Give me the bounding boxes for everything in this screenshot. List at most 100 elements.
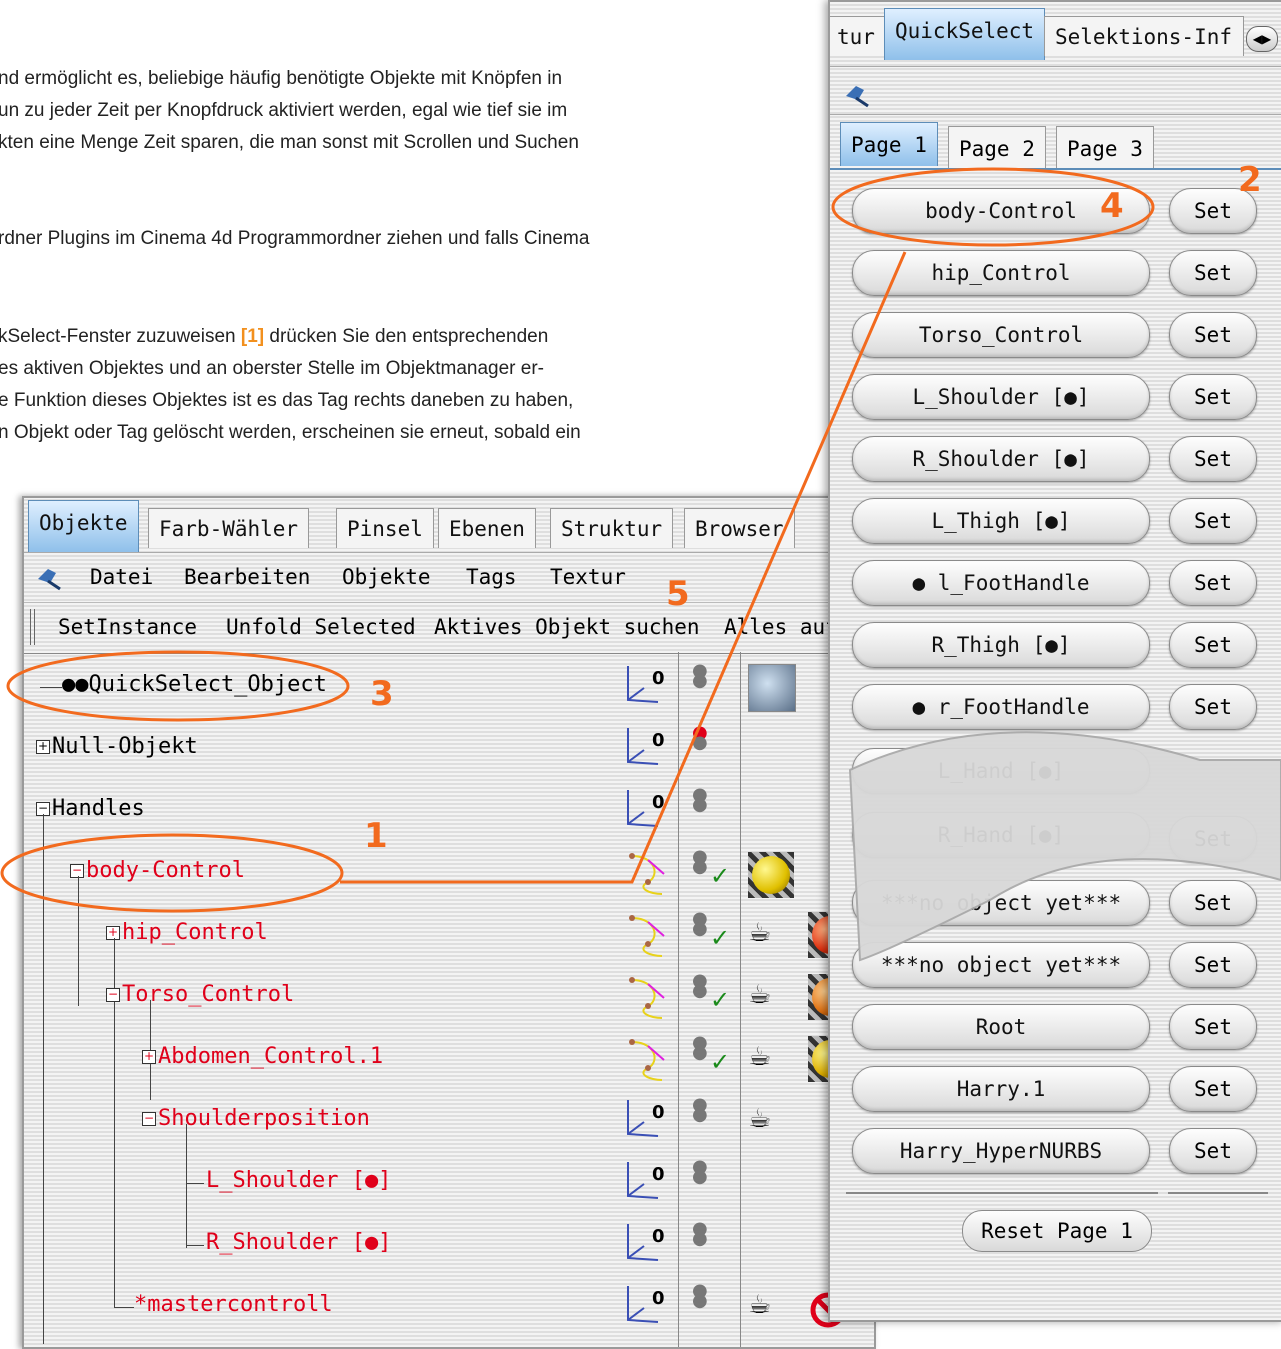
tree-item-shoulderposition[interactable]: Shoulderposition [158, 1106, 370, 1131]
set-button[interactable]: Set [1169, 560, 1257, 606]
tab-page-3[interactable]: Page 3 [1056, 126, 1154, 170]
tree-item-handles[interactable]: Handles [52, 796, 145, 821]
quickselect-tag-icon[interactable] [748, 664, 796, 712]
tab-quickselect[interactable]: QuickSelect [884, 8, 1046, 60]
set-button[interactable]: Set [1169, 1004, 1257, 1050]
tree-item-l-shoulder[interactable]: L_Shoulder [●] [206, 1168, 391, 1193]
set-button[interactable]: Set [1169, 684, 1257, 730]
qs-button-root[interactable]: Root [852, 1004, 1150, 1050]
expand-icon[interactable]: + [142, 1050, 156, 1064]
set-button[interactable]: Set [1169, 374, 1257, 420]
tree-item-mastercontroll[interactable]: *mastercontroll [134, 1292, 333, 1317]
tree-row[interactable]: + hip_Control [24, 904, 874, 966]
checkmark-icon[interactable]: ✓ [710, 1048, 730, 1076]
visibility-dots-icon[interactable]: ● ● [692, 848, 708, 876]
tree-row[interactable]: ●●QuickSelect_Object [24, 656, 874, 718]
visibility-dots-icon[interactable]: ● ● [692, 972, 708, 1000]
set-button[interactable]: Set [1169, 436, 1257, 482]
tree-item-hip-control[interactable]: hip_Control [122, 920, 268, 945]
qs-button-l-shoulder[interactable]: L_Shoulder [●] [852, 374, 1150, 420]
button-setinstance[interactable]: SetInstance [58, 615, 197, 639]
tree-item-quickselect-object[interactable]: ●●QuickSelect_Object [62, 672, 327, 697]
tab-ebenen[interactable]: Ebenen [438, 508, 536, 548]
tab-struktur-truncated[interactable]: tur [830, 16, 886, 56]
qs-button-l-thigh[interactable]: L_Thigh [●] [852, 498, 1150, 544]
checkmark-icon[interactable]: ✓ [710, 986, 730, 1014]
tree-row[interactable]: R_Shoulder [●] [24, 1214, 874, 1276]
visibility-dots-icon[interactable]: ● ● [692, 786, 708, 814]
tab-browser[interactable]: Browser [684, 508, 795, 548]
qs-button-l-foothandle[interactable]: ● l_FootHandle [852, 560, 1150, 606]
set-button[interactable]: Set [1169, 1128, 1257, 1174]
visibility-dots-icon[interactable]: ● ● [692, 724, 708, 752]
tree-item-r-shoulder[interactable]: R_Shoulder [●] [206, 1230, 391, 1255]
pin-icon[interactable] [34, 565, 64, 591]
tab-scroll-arrows-icon[interactable]: ◀▶ [1246, 26, 1278, 52]
set-button[interactable]: Set [1169, 312, 1257, 358]
tree-item-torso-control[interactable]: Torso_Control [122, 982, 294, 1007]
button-aktives-objekt-suchen[interactable]: Aktives Objekt suchen [434, 615, 700, 639]
cup-tag-icon[interactable]: ☕ [748, 980, 771, 1010]
button-unfold-selected[interactable]: Unfold Selected [226, 615, 416, 639]
menu-textur[interactable]: Textur [550, 565, 626, 589]
menu-datei[interactable]: Datei [90, 565, 153, 589]
expand-icon[interactable]: + [36, 740, 50, 754]
tab-farb-waehler[interactable]: Farb-Wähler [148, 508, 310, 548]
tree-row[interactable]: + Abdomen_Control.1 [24, 1028, 874, 1090]
tree-item-body-control[interactable]: body-Control [86, 858, 245, 883]
qs-button-empty-slot[interactable]: ***no object yet*** [852, 942, 1150, 988]
qs-button-l-hand[interactable]: L_Hand [●] [852, 748, 1150, 794]
qs-button-hip-control[interactable]: hip_Control [852, 250, 1150, 296]
visibility-dots-icon[interactable]: ● ● [692, 1158, 708, 1186]
tab-pinsel[interactable]: Pinsel [336, 508, 434, 548]
set-button[interactable]: Set [1169, 250, 1257, 296]
set-button[interactable]: Set [1169, 816, 1257, 862]
visibility-dots-icon[interactable]: ● ● [692, 1096, 708, 1124]
tree-row[interactable]: L_Shoulder [●] [24, 1152, 874, 1214]
cup-tag-icon[interactable]: ☕ [748, 1290, 771, 1320]
button-alles-auf[interactable]: Alles auf [724, 615, 838, 639]
tree-item-abdomen-control[interactable]: Abdomen_Control.1 [158, 1044, 383, 1069]
tab-struktur[interactable]: Struktur [550, 508, 674, 548]
reset-page-button[interactable]: Reset Page 1 [962, 1210, 1152, 1252]
cup-tag-icon[interactable]: ☕ [748, 1042, 771, 1072]
visibility-dots-icon[interactable]: ● ● [692, 910, 708, 938]
tab-page-2[interactable]: Page 2 [948, 126, 1046, 170]
tree-row[interactable]: − Shoulderposition [24, 1090, 874, 1152]
expand-icon[interactable]: + [106, 926, 120, 940]
tree-row[interactable]: − Torso_Control [24, 966, 874, 1028]
visibility-dots-icon[interactable]: ● ● [692, 1220, 708, 1248]
menu-bearbeiten[interactable]: Bearbeiten [184, 565, 310, 589]
checkmark-icon[interactable]: ✓ [710, 862, 730, 890]
qs-button-r-shoulder[interactable]: R_Shoulder [●] [852, 436, 1150, 482]
set-button[interactable]: Set [1169, 1066, 1257, 1112]
tree-row[interactable]: *mastercontroll [24, 1276, 874, 1338]
pin-icon[interactable] [842, 82, 872, 108]
set-button[interactable]: Set [1169, 498, 1257, 544]
tree-row[interactable]: + Null-Objekt [24, 718, 874, 780]
tree-item-null-objekt[interactable]: Null-Objekt [52, 734, 198, 759]
set-button[interactable]: Set [1169, 880, 1257, 926]
qs-button-harry-hypernurbs[interactable]: Harry_HyperNURBS [852, 1128, 1150, 1174]
collapse-icon[interactable]: − [70, 864, 84, 878]
cup-tag-icon[interactable]: ☕ [748, 1104, 771, 1134]
visibility-dots-icon[interactable]: ● ● [692, 662, 708, 690]
visibility-dots-icon[interactable]: ● ● [692, 1282, 708, 1310]
menu-tags[interactable]: Tags [466, 565, 517, 589]
menu-objekte[interactable]: Objekte [342, 565, 431, 589]
qs-button-harry-1[interactable]: Harry.1 [852, 1066, 1150, 1112]
set-button[interactable]: Set [1169, 942, 1257, 988]
tree-row[interactable]: − body-Control [24, 842, 874, 904]
qs-button-r-foothandle[interactable]: ● r_FootHandle [852, 684, 1150, 730]
tab-objekte[interactable]: Objekte [28, 500, 139, 552]
qs-button-r-hand[interactable]: R_Hand [●] [852, 812, 1150, 858]
tab-page-1[interactable]: Page 1 [840, 122, 938, 166]
collapse-icon[interactable]: − [142, 1112, 156, 1126]
qs-button-empty-slot[interactable]: ***no object yet*** [852, 880, 1150, 926]
tree-row[interactable]: − Handles [24, 780, 874, 842]
material-tag-icon[interactable] [748, 852, 794, 898]
qs-button-torso-control[interactable]: Torso_Control [852, 312, 1150, 358]
cup-tag-icon[interactable]: ☕ [748, 918, 771, 948]
collapse-icon[interactable]: − [106, 988, 120, 1002]
checkmark-icon[interactable]: ✓ [710, 924, 730, 952]
